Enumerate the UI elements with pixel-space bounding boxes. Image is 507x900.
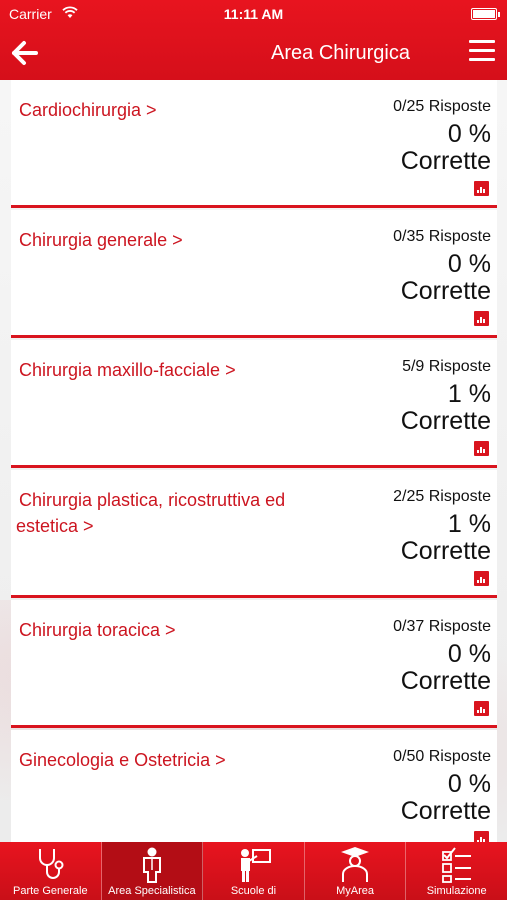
list-item-ginecologia[interactable]: Ginecologia e Ostetricia > 0/50 Risposte… xyxy=(11,730,497,842)
correct-percent: 0 % xyxy=(447,770,491,798)
battery-icon xyxy=(471,8,500,20)
subject-name[interactable]: Chirurgia generale > xyxy=(19,227,339,253)
correct-percent: 1 % xyxy=(447,510,491,538)
answers-count: 0/35 Risposte xyxy=(393,228,491,245)
subject-list: Cardiochirurgia > 0/25 Risposte 0 % Corr… xyxy=(0,80,507,842)
list-item-chirurgia-maxillo-facciale[interactable]: Chirurgia maxillo-facciale > 5/9 Rispost… xyxy=(11,340,497,468)
graduate-icon xyxy=(341,847,370,882)
stats-chart-icon[interactable] xyxy=(474,311,489,326)
answers-count: 0/50 Risposte xyxy=(393,748,491,765)
subject-name[interactable]: Cardiochirurgia > xyxy=(19,97,339,123)
tab-scuole[interactable]: Scuole di xyxy=(203,842,305,900)
list-item-chirurgia-plastica[interactable]: Chirurgia plastica, ricostruttiva ed est… xyxy=(11,470,497,598)
answers-count: 0/37 Risposte xyxy=(393,618,491,635)
tab-myarea[interactable]: MyArea xyxy=(305,842,407,900)
correct-percent: 0 % xyxy=(447,250,491,278)
stats-chart-icon[interactable] xyxy=(474,701,489,716)
navigation-bar: Area Chirurgica xyxy=(0,28,507,80)
correct-percent: 0 % xyxy=(447,640,491,668)
answers-count: 5/9 Risposte xyxy=(402,358,491,375)
stats-chart-icon[interactable] xyxy=(474,571,489,586)
correct-percent: 1 % xyxy=(447,380,491,408)
correct-label: Corrette xyxy=(400,147,491,175)
tab-label: Area Specialistica xyxy=(108,885,196,897)
hamburger-menu-icon[interactable] xyxy=(469,40,495,64)
stats-chart-icon[interactable] xyxy=(474,831,489,842)
clock: 11:11 AM xyxy=(223,6,284,22)
subject-name[interactable]: Ginecologia e Ostetricia > xyxy=(19,747,339,773)
list-item-chirurgia-generale[interactable]: Chirurgia generale > 0/35 Risposte 0 % C… xyxy=(11,210,497,338)
teacher-icon xyxy=(241,849,272,882)
correct-percent: 0 % xyxy=(447,120,491,148)
answers-count: 0/25 Risposte xyxy=(393,98,491,115)
tab-area-specialistica[interactable]: Area Specialistica xyxy=(101,842,204,900)
status-bar: Carrier 11:11 AM xyxy=(0,0,507,28)
top-bar: Carrier 11:11 AM Area Chirurgica xyxy=(0,0,507,80)
stethoscope-icon xyxy=(39,849,64,879)
doctor-icon xyxy=(142,847,161,883)
tab-label: Parte Generale xyxy=(12,885,88,897)
tab-label: Simulazione xyxy=(426,885,487,897)
correct-label: Corrette xyxy=(400,667,491,695)
stats-chart-icon[interactable] xyxy=(474,441,489,456)
tab-simulazione[interactable]: Simulazione xyxy=(406,842,507,900)
tab-label: Scuole di xyxy=(230,885,277,897)
subject-name[interactable]: Chirurgia toracica > xyxy=(19,617,339,643)
list-item-cardiochirurgia[interactable]: Cardiochirurgia > 0/25 Risposte 0 % Corr… xyxy=(11,80,497,208)
subject-name[interactable]: Chirurgia plastica, ricostruttiva ed est… xyxy=(16,487,336,539)
correct-label: Corrette xyxy=(400,407,491,435)
list-item-chirurgia-toracica[interactable]: Chirurgia toracica > 0/37 Risposte 0 % C… xyxy=(11,600,497,728)
correct-label: Corrette xyxy=(400,277,491,305)
tab-parte-generale[interactable]: Parte Generale xyxy=(0,842,102,900)
tab-label: MyArea xyxy=(336,885,375,897)
subject-name[interactable]: Chirurgia maxillo-facciale > xyxy=(19,357,339,383)
answers-count: 2/25 Risposte xyxy=(393,488,491,505)
tab-bar: Parte Generale Area Specialistica Scuole… xyxy=(0,842,507,900)
correct-label: Corrette xyxy=(400,537,491,565)
page-title: Area Chirurgica xyxy=(271,42,410,64)
checklist-icon xyxy=(441,847,471,883)
stats-chart-icon[interactable] xyxy=(474,181,489,196)
correct-label: Corrette xyxy=(400,797,491,825)
